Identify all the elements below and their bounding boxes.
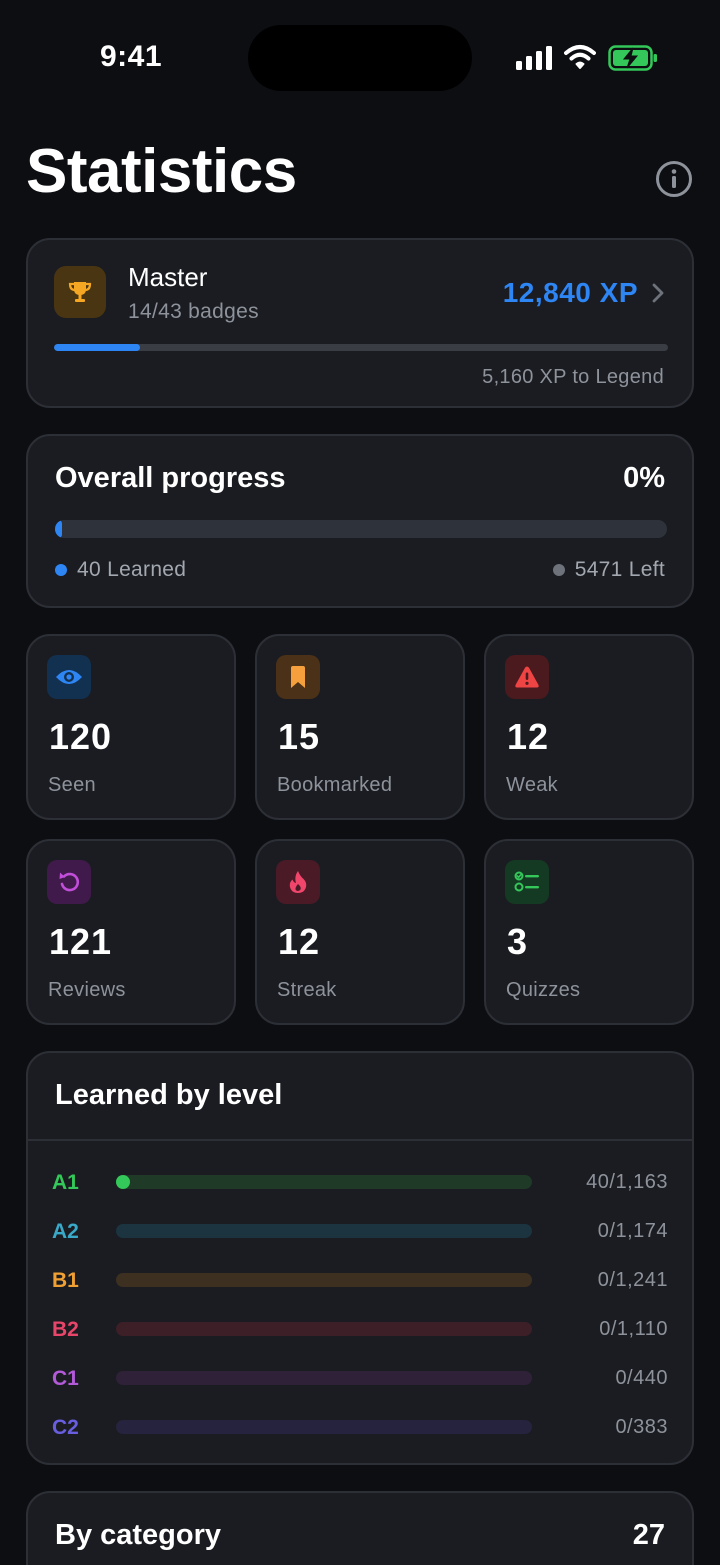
stat-value: 15 — [278, 716, 321, 757]
flame-icon — [289, 871, 307, 893]
stat-label: Weak — [506, 774, 558, 796]
learned-dot — [55, 564, 67, 576]
overall-progress-card: Overall progress 0% 40 Learned 5471 Left — [26, 434, 694, 608]
level-code: A1 — [52, 1171, 79, 1194]
overall-progress-fill — [55, 520, 62, 538]
stat-icon-box — [47, 655, 91, 699]
overall-progress-bar — [55, 520, 667, 538]
learned-legend: 40 Learned — [55, 558, 186, 582]
rank-progress-fill — [54, 344, 140, 351]
level-row-a2: A2 0/1,174 — [28, 1216, 692, 1246]
levels-title: Learned by level — [55, 1079, 283, 1111]
level-count: 0/440 — [615, 1367, 668, 1389]
overall-progress-title: Overall progress — [55, 462, 286, 494]
rank-progress-bar — [54, 344, 668, 351]
learned-label: 40 Learned — [77, 558, 187, 581]
page-title: Statistics — [26, 137, 297, 206]
stat-value: 12 — [278, 921, 321, 962]
wifi-icon — [564, 45, 596, 69]
left-legend: 5471 Left — [552, 558, 665, 582]
category-count: 27 — [632, 1519, 665, 1551]
level-count: 0/1,241 — [597, 1269, 668, 1291]
chevron-right-icon — [652, 283, 664, 303]
level-code: C1 — [52, 1367, 79, 1390]
rank-next-text: 5,160 XP to Legend — [482, 366, 664, 388]
status-bar: 9:41 — [0, 0, 720, 120]
level-count: 0/383 — [615, 1416, 668, 1438]
battery-charging-icon — [608, 45, 657, 71]
left-dot — [552, 564, 565, 576]
refresh-icon — [59, 872, 80, 892]
level-code: B2 — [52, 1318, 79, 1341]
level-fill — [116, 1175, 131, 1189]
stat-tile-seen[interactable]: 120 Seen — [26, 634, 236, 820]
stat-icon-box — [505, 860, 549, 904]
stat-label: Bookmarked — [277, 774, 393, 796]
cellular-signal-icon — [516, 46, 552, 70]
level-track — [116, 1420, 532, 1434]
eye-icon — [56, 670, 82, 684]
stat-label: Seen — [48, 774, 96, 796]
level-code: C2 — [52, 1416, 79, 1439]
stat-tile-reviews[interactable]: 121 Reviews — [26, 839, 236, 1025]
level-count: 40/1,163 — [586, 1171, 668, 1193]
stat-icon-box — [47, 860, 91, 904]
trophy-icon — [68, 282, 92, 302]
stat-icon-box — [505, 655, 549, 699]
dynamic-island — [248, 25, 472, 91]
level-row-c1: C1 0/440 — [28, 1363, 692, 1393]
level-track — [116, 1371, 532, 1385]
level-track — [116, 1224, 532, 1238]
stat-icon-box — [276, 860, 320, 904]
level-code: A2 — [52, 1220, 79, 1243]
stat-value: 3 — [507, 921, 529, 962]
info-icon[interactable] — [655, 160, 693, 198]
levels-card: Learned by level A1 40/1,163 A2 0/1,174 … — [26, 1051, 694, 1465]
stat-label: Quizzes — [506, 979, 581, 1001]
trophy-badge — [54, 266, 106, 318]
xp-value: 12,840 XP — [502, 277, 638, 308]
bookmark-icon — [291, 666, 305, 688]
level-row-a1: A1 40/1,163 — [28, 1167, 692, 1197]
level-track — [116, 1322, 532, 1336]
level-row-b2: B2 0/1,110 — [28, 1314, 692, 1344]
stat-tile-bookmarked[interactable]: 15 Bookmarked — [255, 634, 465, 820]
left-label: 5471 Left — [574, 558, 665, 581]
level-row-b1: B1 0/1,241 — [28, 1265, 692, 1295]
level-code: B1 — [52, 1269, 79, 1292]
stat-tile-weak[interactable]: 12 Weak — [484, 634, 694, 820]
overall-progress-percent: 0% — [623, 462, 665, 494]
stat-value: 120 — [49, 716, 113, 757]
stat-value: 12 — [507, 716, 550, 757]
level-row-c2: C2 0/383 — [28, 1412, 692, 1442]
stat-tile-quizzes[interactable]: 3 Quizzes — [484, 839, 694, 1025]
rank-name: Master — [128, 262, 208, 292]
level-count: 0/1,174 — [597, 1220, 668, 1242]
stat-label: Reviews — [48, 979, 126, 1001]
category-title: By category — [55, 1519, 222, 1551]
checklist-icon — [514, 871, 539, 892]
stat-label: Streak — [277, 979, 337, 1001]
rank-card[interactable]: Master 14/43 badges 12,840 XP 5,160 XP t… — [26, 238, 694, 408]
stat-icon-box — [276, 655, 320, 699]
level-track — [116, 1175, 532, 1189]
stat-tile-streak[interactable]: 12 Streak — [255, 839, 465, 1025]
stat-value: 121 — [49, 921, 113, 962]
level-track — [116, 1273, 532, 1287]
level-count: 0/1,110 — [599, 1318, 668, 1340]
warning-icon — [515, 666, 539, 688]
rank-badges: 14/43 badges — [128, 300, 259, 323]
status-time: 9:41 — [100, 40, 163, 73]
levels-divider — [28, 1139, 692, 1141]
category-card[interactable]: By category 27 — [26, 1491, 694, 1565]
